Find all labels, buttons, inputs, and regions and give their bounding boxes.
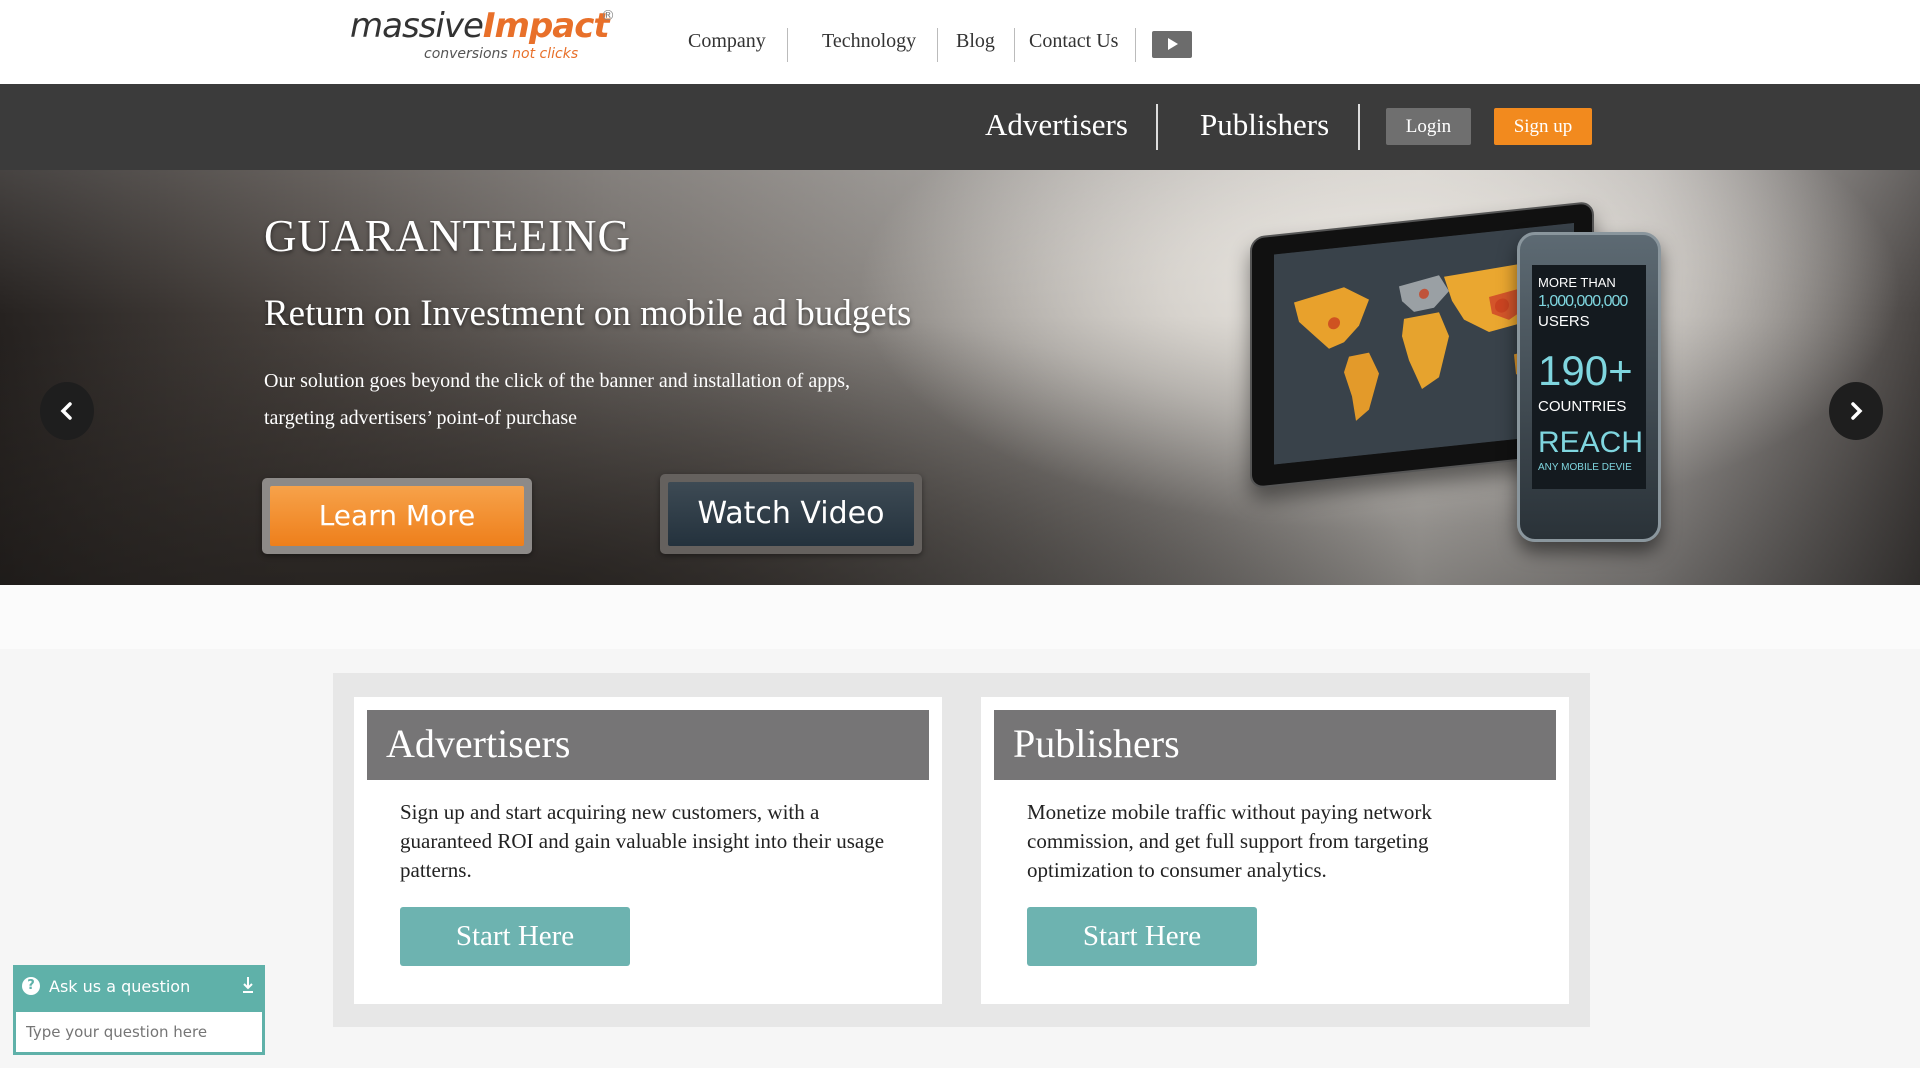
play-icon[interactable] xyxy=(1152,31,1192,58)
learn-more-label: Learn More xyxy=(270,486,524,546)
nav-advertisers[interactable]: Advertisers xyxy=(985,107,1128,143)
hero-headline: GUARANTEEING xyxy=(264,211,631,261)
nav-blog[interactable]: Blog xyxy=(956,30,995,60)
watch-video-label: Watch Video xyxy=(668,482,914,546)
phone-text-any-mobile: ANY MOBILE DEVIE xyxy=(1538,462,1632,473)
advertisers-card: Advertisers Sign up and start acquiring … xyxy=(354,697,942,1004)
publishers-card-text: Monetize mobile traffic without paying n… xyxy=(1027,800,1432,882)
phone-text-countries: COUNTRIES xyxy=(1538,398,1627,415)
nav-divider xyxy=(1358,104,1360,150)
spacer-band xyxy=(0,585,1920,649)
advertisers-start-button[interactable]: Start Here xyxy=(400,907,630,966)
phone-screen: MORE THAN 1,000,000,000 USERS 190+ COUNT… xyxy=(1532,265,1646,489)
phone-text-more-than: MORE THAN xyxy=(1538,275,1616,290)
logo-wordmark: massiveImpact xyxy=(350,6,610,46)
hero-description: Our solution goes beyond the click of th… xyxy=(264,370,850,429)
phone-text-reach: REACH xyxy=(1538,426,1644,459)
main-nav-bar: Advertisers Publishers Login Sign up xyxy=(0,84,1920,170)
nav-technology[interactable]: Technology xyxy=(822,30,916,60)
nav-divider xyxy=(937,28,938,62)
learn-more-button[interactable]: Learn More xyxy=(262,478,532,554)
watch-video-button[interactable]: Watch Video xyxy=(660,474,922,554)
nav-publishers[interactable]: Publishers xyxy=(1200,107,1329,143)
publishers-card-title: Publishers xyxy=(1013,721,1180,766)
question-icon: ? xyxy=(22,977,40,995)
nav-divider xyxy=(1156,104,1158,150)
publishers-start-button[interactable]: Start Here xyxy=(1027,907,1257,966)
audience-cards: Advertisers Sign up and start acquiring … xyxy=(333,673,1590,1027)
ask-widget-title: Ask us a question xyxy=(49,977,191,996)
phone-text-users: USERS xyxy=(1538,313,1590,330)
nav-divider xyxy=(1135,28,1136,62)
phone-image: MORE THAN 1,000,000,000 USERS 190+ COUNT… xyxy=(1517,232,1661,542)
hero-subheadline: Return on Investment on mobile ad budget… xyxy=(264,293,912,334)
signup-button[interactable]: Sign up xyxy=(1494,108,1592,145)
publishers-card-header: Publishers xyxy=(994,710,1556,780)
nav-company[interactable]: Company xyxy=(688,30,766,60)
publishers-card: Publishers Monetize mobile traffic witho… xyxy=(981,697,1569,1004)
logo[interactable]: massiveImpact conversions not clicks ® xyxy=(350,6,615,68)
advertisers-card-header: Advertisers xyxy=(367,710,929,780)
phone-text-country-count: 190+ xyxy=(1538,347,1633,394)
chevron-right-icon[interactable] xyxy=(1829,382,1883,440)
chevron-left-icon[interactable] xyxy=(40,382,94,440)
nav-divider xyxy=(1014,28,1015,62)
hero-slider: GUARANTEEING Return on Investment on mob… xyxy=(0,170,1920,585)
login-button[interactable]: Login xyxy=(1386,108,1471,145)
nav-contact-us[interactable]: Contact Us xyxy=(1029,30,1118,60)
ask-widget-header[interactable]: ? Ask us a question xyxy=(13,965,265,1009)
advertisers-card-title: Advertisers xyxy=(386,721,571,766)
phone-text-users-count: 1,000,000,000 xyxy=(1538,293,1628,310)
registered-mark: ® xyxy=(601,8,615,24)
top-bar: massiveImpact conversions not clicks ® C… xyxy=(0,0,1920,84)
nav-divider xyxy=(787,28,788,62)
logo-tagline: conversions not clicks xyxy=(424,46,579,62)
ask-question-widget: ? Ask us a question xyxy=(13,965,265,1055)
question-input[interactable] xyxy=(13,1009,265,1055)
advertisers-card-text: Sign up and start acquiring new customer… xyxy=(400,800,885,882)
download-icon[interactable] xyxy=(241,975,255,995)
